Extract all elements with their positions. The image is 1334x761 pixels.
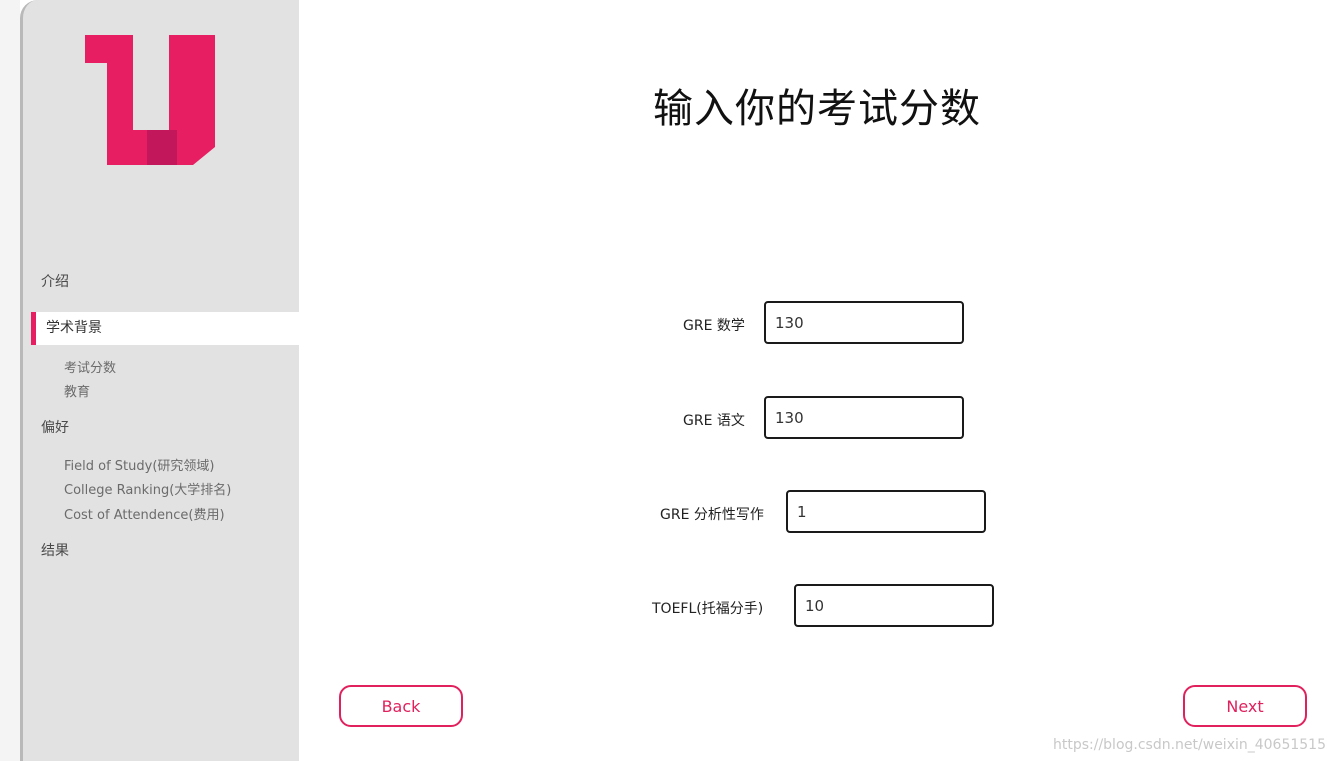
toefl-input[interactable] [794,584,994,627]
next-button[interactable]: Next [1183,685,1307,727]
nav-test-scores[interactable]: 考试分数 [64,357,116,376]
nav-results[interactable]: 结果 [41,540,69,560]
toefl-label: TOEFL(托福分手) [652,601,764,617]
window-edge [0,0,20,761]
nav-college-ranking[interactable]: College Ranking(大学排名) [64,479,231,498]
gre-math-input[interactable] [764,301,964,344]
nav-field-of-study[interactable]: Field of Study(研究领域) [64,455,214,474]
sidebar: 介绍 学术背景 考试分数 教育 偏好 Field of Study(研究领域) … [20,0,299,761]
watermark: https://blog.csdn.net/weixin_40651515 [1052,737,1326,753]
gre-verbal-input[interactable] [764,396,964,439]
nav-preferences[interactable]: 偏好 [41,417,69,437]
page-title: 输入你的考试分数 [653,86,981,132]
nav-education[interactable]: 教育 [64,381,90,400]
gre-verbal-label: GRE 语文 [683,413,745,429]
nav-intro[interactable]: 介绍 [41,271,69,291]
gre-math-label: GRE 数学 [683,318,745,334]
nav-cost-of-attendance[interactable]: Cost of Attendence(费用) [64,504,225,523]
nav-academic-background[interactable]: 学术背景 [31,312,299,345]
brand-logo [85,35,217,167]
gre-writing-label: GRE 分析性写作 [660,507,764,523]
gre-writing-input[interactable] [786,490,986,533]
back-button[interactable]: Back [339,685,463,727]
